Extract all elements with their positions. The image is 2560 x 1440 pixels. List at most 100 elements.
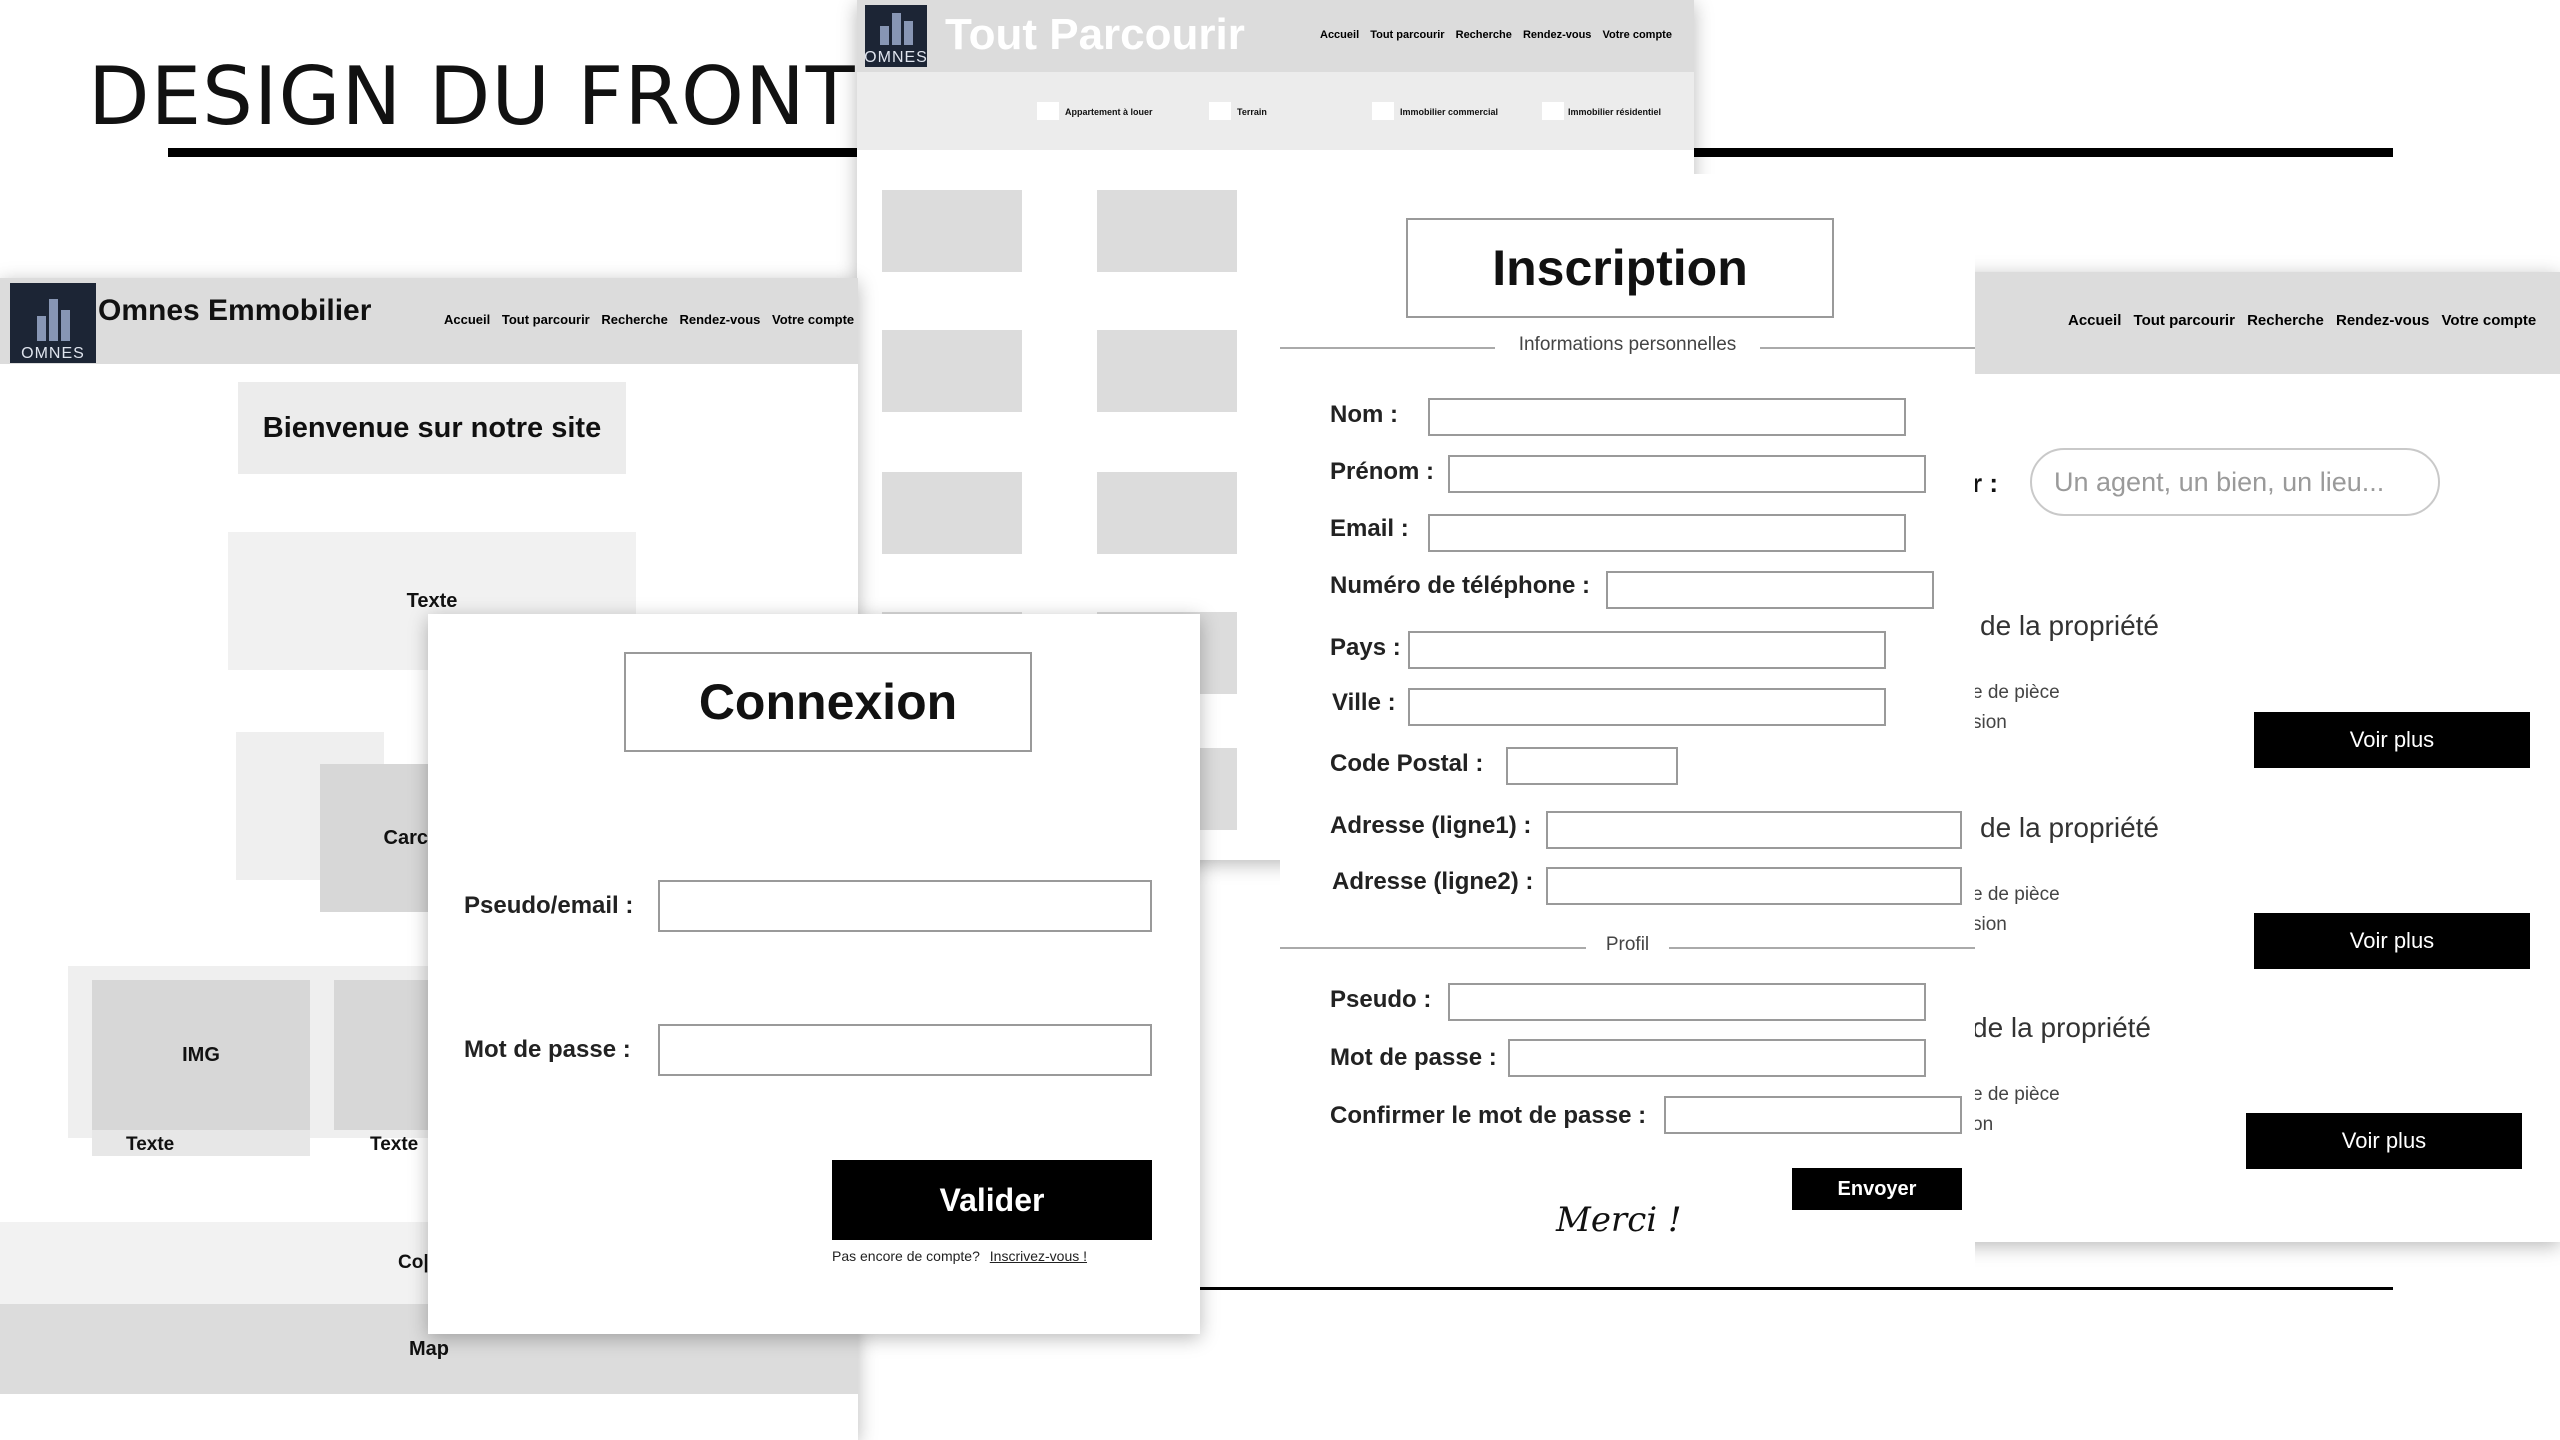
search-input[interactable]: Un agent, un bien, un lieu... (2030, 448, 2440, 516)
listing-tile[interactable] (882, 330, 1022, 412)
home-brand: Omnes Emmobilier (98, 294, 372, 327)
code-postal-label: Code Postal : (1330, 750, 1484, 777)
nav-rendez-vous[interactable]: Rendez-vous (2336, 312, 2429, 329)
code-postal-input[interactable] (1506, 747, 1678, 785)
nav-votre-compte[interactable]: Votre compte (772, 312, 854, 327)
nav-tout-parcourir[interactable]: Tout parcourir (1370, 29, 1444, 41)
pseudo-input[interactable] (1448, 983, 1926, 1021)
pseudo-input[interactable] (658, 880, 1152, 932)
filter-label: Appartement à louer (1065, 107, 1153, 117)
ville-label: Ville : (1332, 689, 1396, 716)
card-front[interactable]: Carc (320, 764, 440, 912)
filter-label: Terrain (1237, 107, 1267, 117)
nav-accueil[interactable]: Accueil (2068, 312, 2121, 329)
envoyer-button[interactable]: Envoyer (1792, 1168, 1962, 1210)
adresse2-input[interactable] (1546, 867, 1962, 905)
password-input[interactable] (658, 1024, 1152, 1076)
listing-tile[interactable] (1097, 190, 1237, 272)
filter-checkbox[interactable] (1209, 102, 1231, 120)
result-title: de la propriété (1972, 1012, 2152, 1043)
pseudo-label: Pseudo/email : (464, 892, 634, 919)
omnes-logo-icon: OMNES (864, 5, 928, 67)
result-detail: sion (1972, 914, 2007, 935)
slide-title: DESIGN DU FRONT (88, 50, 856, 143)
filter-label: Immobilier commercial (1400, 107, 1499, 117)
bottom-rule (1200, 1287, 2393, 1290)
confirm-password-input[interactable] (1664, 1096, 1962, 1134)
logo-text: OMNES (21, 345, 85, 362)
section-header: Profil (1280, 934, 1975, 956)
tp-header: OMNES Tout Parcourir Accueil Tout parcou… (857, 0, 1694, 72)
section-personal-label: Informations personnelles (1494, 334, 1761, 356)
logo-text: OMNES (864, 49, 928, 66)
prenom-input[interactable] (1448, 455, 1926, 493)
nav-recherche[interactable]: Recherche (2247, 312, 2324, 329)
signup-link[interactable]: Inscrivez-vous ! (990, 1248, 1087, 1264)
no-account-text: Pas encore de compte? (832, 1248, 980, 1264)
nav-accueil[interactable]: Accueil (1320, 29, 1359, 41)
recherche-mockup: Accueil Tout parcourir Recherche Rendez-… (1900, 272, 2560, 1242)
adresse2-label: Adresse (ligne2) : (1332, 868, 1534, 895)
merci-text: Merci ! (1556, 1200, 1682, 1240)
voir-plus-button[interactable]: Voir plus (2246, 1113, 2522, 1169)
connexion-title: Connexion (624, 652, 1032, 752)
recherche-nav: Accueil Tout parcourir Recherche Rendez-… (2060, 312, 2536, 329)
password-label: Mot de passe : (1330, 1044, 1497, 1071)
nav-accueil[interactable]: Accueil (444, 312, 490, 327)
voir-plus-button[interactable]: Voir plus (2254, 913, 2530, 969)
prenom-label: Prénom : (1330, 458, 1435, 485)
welcome-banner: Bienvenue sur notre site (238, 382, 626, 474)
voir-plus-button[interactable]: Voir plus (2254, 712, 2530, 768)
listing-tile[interactable] (882, 472, 1022, 554)
result-detail: e de pièce (1972, 884, 2060, 905)
listing-tile[interactable] (1097, 472, 1237, 554)
nav-votre-compte[interactable]: Votre compte (2442, 312, 2537, 329)
email-label: Email : (1330, 515, 1409, 542)
adresse1-label: Adresse (ligne1) : (1330, 812, 1532, 839)
filter-checkbox[interactable] (1542, 102, 1564, 120)
gallery-image[interactable]: IMG (92, 980, 310, 1130)
section-header: Informations personnelles (1280, 334, 1975, 356)
filter-checkbox[interactable] (1037, 102, 1059, 120)
gallery-image[interactable] (334, 980, 434, 1130)
filter-checkbox[interactable] (1372, 102, 1394, 120)
valider-button[interactable]: Valider (832, 1160, 1152, 1240)
recherche-header: Accueil Tout parcourir Recherche Rendez-… (1900, 272, 2560, 374)
nav-votre-compte[interactable]: Votre compte (1602, 29, 1671, 41)
nav-recherche[interactable]: Recherche (1456, 29, 1512, 41)
omnes-logo-icon: OMNES (10, 283, 96, 363)
nom-input[interactable] (1428, 398, 1906, 436)
password-input[interactable] (1508, 1039, 1926, 1077)
listing-tile[interactable] (1097, 330, 1237, 412)
result-title: de la propriété (1980, 812, 2160, 843)
result-detail: on (1972, 1114, 1994, 1135)
copyright-text: Co| (398, 1252, 429, 1273)
phone-input[interactable] (1606, 571, 1934, 609)
nav-tout-parcourir[interactable]: Tout parcourir (2134, 312, 2235, 329)
password-label: Mot de passe : (464, 1036, 631, 1063)
adresse1-input[interactable] (1546, 811, 1962, 849)
nom-label: Nom : (1330, 401, 1398, 428)
section-profile-label: Profil (1585, 934, 1670, 956)
nav-tout-parcourir[interactable]: Tout parcourir (502, 312, 590, 327)
tp-page-title: Tout Parcourir (945, 10, 1245, 59)
confirm-password-label: Confirmer le mot de passe : (1330, 1102, 1647, 1129)
listing-tile[interactable] (882, 190, 1022, 272)
gallery-caption: Texte (370, 1134, 419, 1155)
pays-label: Pays : (1330, 634, 1401, 661)
ville-input[interactable] (1408, 688, 1886, 726)
home-header: OMNES Omnes Emmobilier Accueil Tout parc… (0, 278, 858, 364)
phone-label: Numéro de téléphone : (1330, 572, 1591, 599)
result-detail: sion (1972, 712, 2007, 733)
email-input[interactable] (1428, 514, 1906, 552)
pays-input[interactable] (1408, 631, 1886, 669)
nav-recherche[interactable]: Recherche (601, 312, 667, 327)
tp-filter-bar: Appartement à louer Terrain Immobilier c… (857, 72, 1694, 150)
gallery-caption-bar (92, 1130, 310, 1156)
nav-rendez-vous[interactable]: Rendez-vous (679, 312, 760, 327)
nav-rendez-vous[interactable]: Rendez-vous (1523, 29, 1591, 41)
result-title: de la propriété (1980, 610, 2160, 641)
connexion-mockup: Connexion Pseudo/email : Mot de passe : … (428, 614, 1200, 1334)
filter-label: Immobilier résidentiel (1568, 107, 1662, 117)
result-detail: e de pièce (1972, 1084, 2060, 1105)
